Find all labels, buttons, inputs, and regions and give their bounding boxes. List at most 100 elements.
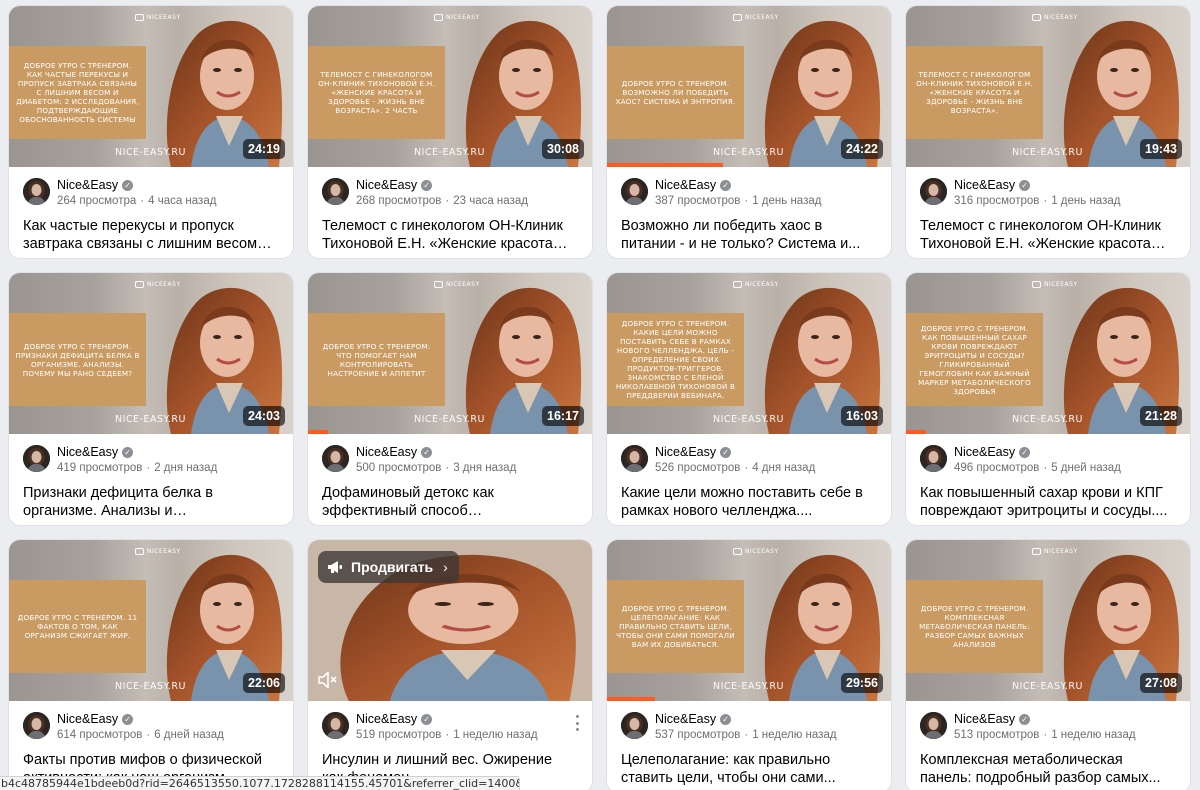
video-card[interactable]: NICEEASY Телемост с гинекологом Он-Клини… (307, 5, 593, 259)
avatar[interactable] (621, 712, 648, 739)
video-thumbnail[interactable]: NICEEASY Телемост с гинекологом Он-Клини… (906, 6, 1190, 167)
thumbnail-caption: Доброе утро с тренером: что помогает нам… (322, 341, 431, 378)
duration-badge: 19:43 (1140, 139, 1182, 159)
channel-logo-mark: NICEEASY (733, 281, 779, 288)
separator-dot: · (140, 195, 145, 207)
channel-name-link[interactable]: Nice&Easy (356, 445, 417, 459)
video-thumbnail[interactable]: NICEEASY Доброе утро с тренером. Целепол… (607, 540, 891, 701)
thumbnail-caption: Доброе утро с тренером. Признаки дефицит… (15, 341, 140, 378)
video-info: Nice&Easy ✓ 316 просмотров · 1 день назад … (906, 167, 1190, 253)
channel-name-link[interactable]: Nice&Easy (954, 445, 1015, 459)
view-count: 496 просмотров (954, 462, 1040, 474)
publish-age: 23 часа назад (453, 195, 528, 207)
channel-name-link[interactable]: Nice&Easy (57, 445, 118, 459)
video-info: Nice&Easy ✓ 519 просмотров · 1 неделю наза… (308, 701, 592, 787)
mute-icon[interactable] (318, 671, 338, 689)
thumbnail-caption: Телемост с гинекологом Он-Клиник Тихонов… (916, 70, 1033, 115)
video-card[interactable]: NICEEASY Доброе утро с тренером. Признак… (8, 272, 294, 526)
video-thumbnail[interactable]: NICEEASY Доброе утро с тренером. Комплек… (906, 540, 1190, 701)
video-title-link[interactable]: Как частые перекусы и пропуск завтрака с… (23, 217, 279, 253)
channel-name-link[interactable]: Nice&Easy (356, 712, 417, 726)
video-title-link[interactable]: Признаки дефицита белка в организме. Ана… (23, 484, 279, 520)
video-thumbnail[interactable]: NICEEASY Доброе утро с тренером. Признак… (9, 273, 293, 434)
video-title-link[interactable]: Как повышенный сахар крови и КПГ поврежд… (920, 484, 1176, 520)
video-thumbnail[interactable]: NICEEASY Доброе утро с тренером. Возможн… (607, 6, 891, 167)
video-card[interactable]: NICEEASY Доброе утро с тренером. Возможн… (606, 5, 892, 259)
site-watermark: NICE-EASY.RU (1012, 414, 1083, 425)
duration-badge: 22:06 (243, 673, 285, 693)
video-thumbnail[interactable]: Продвигать › (308, 540, 592, 701)
avatar[interactable] (621, 178, 648, 205)
video-card[interactable]: NICEEASY Доброе утро с тренером. 11 факт… (8, 539, 294, 790)
separator-dot: · (1043, 729, 1048, 741)
view-count: 526 просмотров (655, 462, 741, 474)
video-card[interactable]: NICEEASY Телемост с гинекологом Он-Клини… (905, 5, 1191, 259)
video-info: Nice&Easy ✓ 268 просмотров · 23 часа назад… (308, 167, 592, 253)
channel-name-link[interactable]: Nice&Easy (655, 178, 716, 192)
verified-icon: ✓ (1019, 446, 1031, 458)
verified-icon: ✓ (720, 713, 732, 725)
channel-name-link[interactable]: Nice&Easy (655, 712, 716, 726)
avatar[interactable] (23, 712, 50, 739)
channel-name-link[interactable]: Nice&Easy (57, 712, 118, 726)
video-title-link[interactable]: Возможно ли победить хаос в питании - и … (621, 217, 877, 253)
video-card[interactable]: NICEEASY Доброе утро с тренером. Как пов… (905, 272, 1191, 526)
video-title-link[interactable]: Целеполагание: как правильно ставить цел… (621, 751, 877, 787)
verified-icon: ✓ (122, 446, 134, 458)
view-count: 268 просмотров (356, 195, 442, 207)
video-stats: 316 просмотров · 1 день назад (954, 194, 1176, 209)
channel-name-link[interactable]: Nice&Easy (954, 178, 1015, 192)
view-count: 500 просмотров (356, 462, 442, 474)
video-thumbnail[interactable]: NICEEASY Доброе утро с тренером. Какие ц… (607, 273, 891, 434)
video-card[interactable]: NICEEASY Доброе утро с тренером. Целепол… (606, 539, 892, 790)
separator-dot: · (1043, 462, 1048, 474)
video-title-link[interactable]: Какие цели можно поставить себе в рамках… (621, 484, 877, 520)
site-watermark: NICE-EASY.RU (115, 414, 186, 425)
avatar[interactable] (920, 712, 947, 739)
more-options-icon[interactable] (574, 715, 580, 731)
avatar[interactable] (621, 445, 648, 472)
verified-icon: ✓ (122, 179, 134, 191)
video-stats: 419 просмотров · 2 дня назад (57, 461, 279, 476)
thumbnail-caption: Доброе утро с тренером. Какие цели можно… (615, 319, 736, 400)
avatar[interactable] (23, 178, 50, 205)
avatar[interactable] (920, 178, 947, 205)
video-title-link[interactable]: Телемост с гинекологом ОН-Клиник Тихонов… (920, 217, 1176, 253)
video-card[interactable]: NICEEASY Доброе утро с тренером. Как час… (8, 5, 294, 259)
video-card[interactable]: NICEEASY Доброе утро с тренером: что пом… (307, 272, 593, 526)
view-count: 614 просмотров (57, 729, 143, 741)
duration-badge: 30:08 (542, 139, 584, 159)
avatar[interactable] (322, 178, 349, 205)
video-thumbnail[interactable]: NICEEASY Доброе утро с тренером. Как час… (9, 6, 293, 167)
video-card[interactable]: NICEEASY Доброе утро с тренером. Какие ц… (606, 272, 892, 526)
video-title-link[interactable]: Дофаминовый детокс как эффективный спосо… (322, 484, 578, 520)
avatar[interactable] (23, 445, 50, 472)
video-thumbnail[interactable]: NICEEASY Доброе утро с тренером. 11 факт… (9, 540, 293, 701)
video-thumbnail[interactable]: NICEEASY Телемост с гинекологом Он-Клини… (308, 6, 592, 167)
avatar[interactable] (322, 712, 349, 739)
video-title-link[interactable]: Комплексная метаболическая панель: подро… (920, 751, 1176, 787)
avatar[interactable] (322, 445, 349, 472)
video-title-link[interactable]: Телемост с гинекологом ОН-Клиник Тихонов… (322, 217, 578, 253)
avatar[interactable] (920, 445, 947, 472)
video-info: Nice&Easy ✓ 387 просмотров · 1 день назад … (607, 167, 891, 253)
thumbnail-caption-box: Доброе утро с тренером. Признаки дефицит… (9, 313, 146, 406)
video-card-hovered[interactable]: Продвигать › Nice&Easy ✓ 519 просмотров ·… (307, 539, 593, 790)
view-count: 537 просмотров (655, 729, 741, 741)
video-thumbnail[interactable]: NICEEASY Доброе утро с тренером: что пом… (308, 273, 592, 434)
thumbnail-caption: Телемост с гинекологом Он-Клиник Тихонов… (318, 70, 435, 115)
video-info: Nice&Easy ✓ 264 просмотра · 4 часа назад К… (9, 167, 293, 253)
site-watermark: NICE-EASY.RU (713, 147, 784, 158)
channel-name-link[interactable]: Nice&Easy (57, 178, 118, 192)
channel-name-link[interactable]: Nice&Easy (356, 178, 417, 192)
duration-badge: 24:22 (841, 139, 883, 159)
thumbnail-caption-box: Телемост с гинекологом Он-Клиник Тихонов… (906, 46, 1043, 139)
promote-button[interactable]: Продвигать › (318, 551, 459, 583)
channel-name-link[interactable]: Nice&Easy (655, 445, 716, 459)
video-card[interactable]: NICEEASY Доброе утро с тренером. Комплек… (905, 539, 1191, 790)
verified-icon: ✓ (720, 446, 732, 458)
channel-name-link[interactable]: Nice&Easy (954, 712, 1015, 726)
separator-dot: · (744, 462, 749, 474)
video-thumbnail[interactable]: NICEEASY Доброе утро с тренером. Как пов… (906, 273, 1190, 434)
video-stats: 264 просмотра · 4 часа назад (57, 194, 279, 209)
